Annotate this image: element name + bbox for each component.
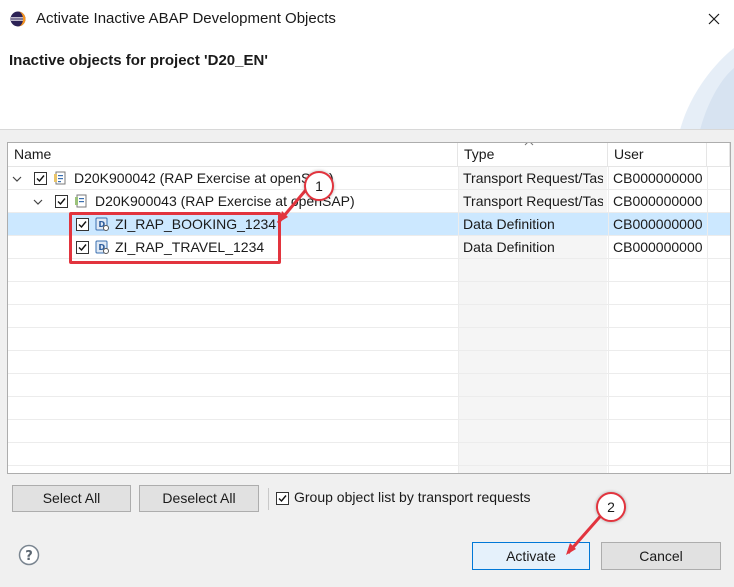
row-user: CB0000000000 (613, 193, 703, 209)
chevron-down-icon[interactable] (12, 174, 22, 184)
table-row[interactable]: D20K900042 (RAP Exercise at openSAP) Tra… (8, 167, 730, 190)
help-icon: ? (18, 544, 40, 566)
close-icon (708, 13, 720, 25)
empty-row (8, 305, 730, 328)
column-header-type[interactable]: Type (458, 143, 608, 167)
row-type: Transport Request/Task (463, 170, 603, 186)
annotation-callout-1: 1 (304, 171, 334, 201)
dialog-header: Inactive objects for project 'D20_EN' (0, 38, 734, 130)
annotation-callout-2: 2 (596, 492, 626, 522)
empty-row (8, 328, 730, 351)
row-name: D20K900042 (RAP Exercise at openSAP) (74, 170, 334, 186)
transport-task-icon (75, 194, 87, 208)
table-row[interactable]: D20K900043 (RAP Exercise at openSAP) Tra… (8, 190, 730, 213)
column-divider (707, 167, 708, 473)
empty-row (8, 397, 730, 420)
column-header-filler (707, 143, 730, 167)
row-checkbox[interactable] (34, 172, 47, 185)
group-by-transport-checkbox[interactable] (276, 492, 289, 505)
row-type: Transport Request/Task (463, 193, 603, 209)
column-header-name[interactable]: Name (8, 143, 458, 167)
chevron-down-icon[interactable] (33, 197, 43, 207)
header-title: Inactive objects for project 'D20_EN' (9, 52, 268, 69)
button-separator (268, 488, 269, 510)
row-user: CB0000000000 (613, 216, 703, 232)
eclipse-icon (10, 11, 26, 27)
deselect-all-button[interactable]: Deselect All (139, 485, 259, 512)
row-checkbox[interactable] (55, 195, 68, 208)
annotation-highlight-box (69, 212, 281, 264)
help-button[interactable]: ? (18, 544, 40, 566)
column-header-user[interactable]: User (608, 143, 707, 167)
row-type: Data Definition (463, 239, 555, 255)
column-header-type-label: Type (464, 146, 495, 162)
select-all-button[interactable]: Select All (12, 485, 131, 512)
empty-row (8, 420, 730, 443)
empty-row (8, 282, 730, 305)
transport-request-icon (54, 171, 66, 185)
header-decoration (680, 48, 734, 130)
empty-row (8, 374, 730, 397)
objects-table[interactable]: Name Type User D20K900042 (RAP Exercise … (7, 142, 731, 474)
column-divider (458, 167, 459, 473)
row-type: Data Definition (463, 216, 555, 232)
row-user: CB0000000000 (613, 170, 703, 186)
sort-ascending-icon (524, 143, 534, 146)
title-bar: Activate Inactive ABAP Development Objec… (0, 0, 734, 38)
close-button[interactable] (700, 6, 728, 32)
window-title: Activate Inactive ABAP Development Objec… (36, 10, 336, 27)
column-divider (608, 167, 609, 473)
row-user: CB0000000000 (613, 239, 703, 255)
empty-row (8, 443, 730, 466)
empty-row (8, 351, 730, 374)
svg-text:?: ? (25, 549, 33, 564)
group-by-transport-label[interactable]: Group object list by transport requests (294, 489, 531, 505)
